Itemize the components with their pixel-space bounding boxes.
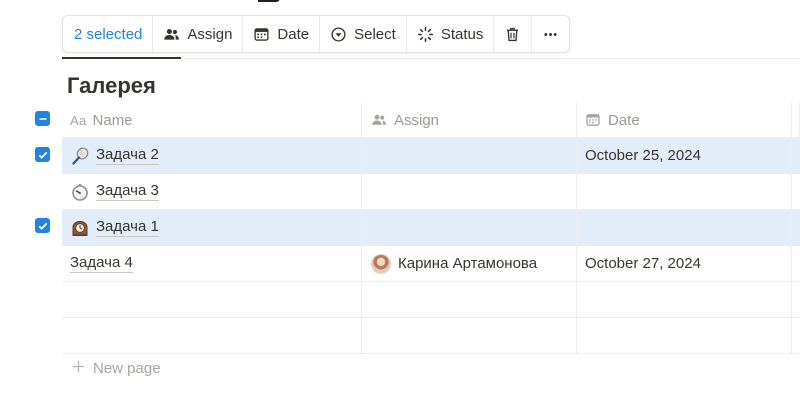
status-label: Status [440, 25, 484, 43]
row-spacer-cell [792, 210, 800, 245]
table-row[interactable]: Задача 3 [62, 174, 800, 210]
row-spacer-cell [792, 246, 800, 281]
active-tab-underline [62, 57, 181, 59]
date-cell[interactable]: October 27, 2024 [577, 246, 792, 281]
mantelpiece-clock-icon [70, 218, 90, 238]
selected-count-label: 2 selected [74, 25, 143, 43]
empty-table-row[interactable] [62, 282, 800, 318]
tennis-racket-icon [70, 146, 90, 166]
text-property-icon: Aa [70, 112, 87, 128]
name-cell[interactable] [62, 318, 362, 353]
select-button[interactable]: Select [320, 16, 407, 52]
name-cell[interactable]: Задача 2 [62, 138, 362, 173]
plus-icon [72, 360, 85, 377]
table-header-row: Aa Name Assign Date [62, 103, 800, 138]
database-table: Aa Name Assign Date Задача 2 October 25, [62, 103, 800, 354]
table-row[interactable]: Задача 2 October 25, 2024 [62, 138, 800, 174]
row-name: Задача 2 [96, 146, 159, 165]
row-name: Задача 3 [96, 182, 159, 201]
table-row[interactable]: Задача 4 Карина Артамонова October 27, 2… [62, 246, 800, 282]
assign-button[interactable]: Assign [153, 16, 244, 52]
ellipsis-icon [542, 26, 559, 43]
row-name: Задача 4 [70, 254, 133, 273]
date-value: October 25, 2024 [585, 147, 701, 164]
column-header-name[interactable]: Aa Name [62, 103, 362, 137]
date-value: October 27, 2024 [585, 255, 701, 272]
status-spinner-icon [417, 26, 434, 43]
table-row[interactable]: Задача 1 [62, 210, 800, 246]
assign-label: Assign [187, 25, 233, 43]
assign-cell[interactable] [362, 210, 577, 245]
date-cell[interactable] [577, 318, 792, 353]
assign-cell[interactable] [362, 138, 577, 173]
people-icon [371, 112, 387, 128]
row-spacer-cell [792, 138, 800, 173]
selection-toolbar: 2 selected Assign Date Select Status [62, 15, 571, 53]
column-header-name-label: Name [92, 111, 133, 129]
name-cell[interactable]: Задача 3 [62, 174, 362, 209]
assign-cell[interactable] [362, 318, 577, 353]
column-header-date[interactable]: Date [577, 103, 792, 137]
name-cell[interactable] [62, 282, 362, 317]
empty-table-row[interactable] [62, 318, 800, 354]
view-title: Галерея [67, 73, 156, 98]
date-cell[interactable]: October 25, 2024 [577, 138, 792, 173]
name-cell[interactable]: Задача 4 [62, 246, 362, 281]
row-name: Задача 1 [96, 218, 159, 237]
assignee-name: Карина Артамонова [398, 255, 538, 272]
selected-count-button[interactable]: 2 selected [63, 16, 154, 52]
people-icon [163, 26, 180, 43]
date-button[interactable]: Date [243, 16, 321, 52]
date-cell[interactable] [577, 282, 792, 317]
delete-button[interactable] [494, 16, 533, 52]
page-title-fragment [258, 0, 280, 2]
column-header-date-label: Date [608, 111, 640, 129]
row-spacer-cell [792, 282, 800, 317]
date-cell[interactable] [577, 174, 792, 209]
date-label: Date [277, 25, 310, 43]
calendar-icon [253, 26, 270, 43]
more-options-button[interactable] [532, 16, 569, 52]
select-label: Select [354, 25, 396, 43]
row-checkbox-zadacha-1[interactable] [35, 218, 50, 233]
column-header-spacer [792, 103, 800, 137]
status-button[interactable]: Status [407, 16, 495, 52]
select-chevron-circle-icon [330, 26, 347, 43]
row-checkbox-zadacha-2[interactable] [35, 147, 50, 162]
column-header-assign[interactable]: Assign [362, 103, 577, 137]
assign-cell[interactable] [362, 282, 577, 317]
row-spacer-cell [792, 174, 800, 209]
row-spacer-cell [792, 318, 800, 353]
column-header-assign-label: Assign [394, 111, 440, 129]
stopwatch-icon [70, 182, 90, 202]
calendar-icon [585, 112, 601, 128]
trash-icon [504, 26, 521, 43]
assign-cell[interactable] [362, 174, 577, 209]
avatar [371, 253, 391, 274]
name-cell[interactable]: Задача 1 [62, 210, 362, 245]
new-page-button[interactable]: New page [72, 360, 161, 377]
date-cell[interactable] [577, 210, 792, 245]
new-page-label: New page [93, 360, 161, 377]
assign-cell[interactable]: Карина Артамонова [362, 246, 577, 281]
select-all-checkbox[interactable] [35, 111, 50, 126]
